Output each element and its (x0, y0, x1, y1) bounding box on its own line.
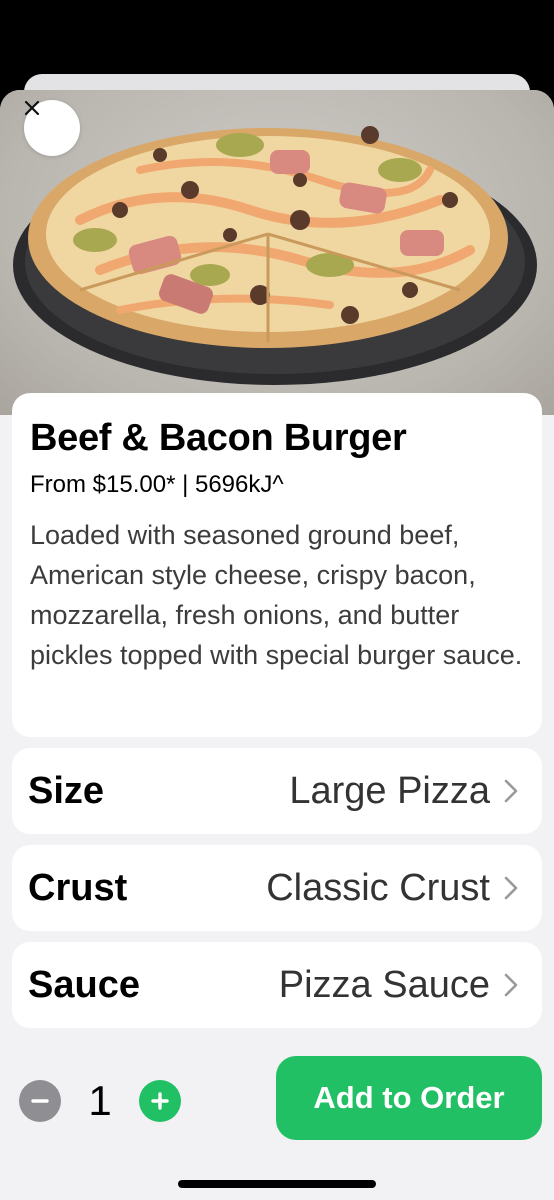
pizza-illustration (13, 126, 537, 385)
home-indicator (178, 1180, 376, 1188)
option-label: Crust (28, 866, 128, 909)
chevron-right-icon (504, 876, 518, 900)
product-title: Beef & Bacon Burger (30, 417, 407, 459)
option-value: Large Pizza (289, 769, 490, 812)
option-label: Sauce (28, 963, 140, 1006)
product-image (0, 90, 554, 415)
screen: Beef & Bacon Burger From $15.00* | 5696k… (0, 0, 554, 1200)
product-info-card: Beef & Bacon Burger From $15.00* | 5696k… (12, 393, 542, 737)
order-bar: 1 Add to Order (0, 1042, 554, 1200)
product-sheet: Beef & Bacon Burger From $15.00* | 5696k… (0, 90, 554, 1200)
increase-quantity-button[interactable] (139, 1080, 181, 1122)
close-button[interactable] (24, 100, 80, 156)
add-to-order-button[interactable]: Add to Order (276, 1056, 542, 1140)
option-value: Classic Crust (266, 866, 490, 909)
minus-icon (31, 1099, 49, 1103)
product-description: Loaded with seasoned ground beef, Americ… (30, 520, 523, 670)
plus-icon (151, 1092, 169, 1110)
option-value: Pizza Sauce (278, 963, 490, 1006)
decrease-quantity-button[interactable] (19, 1080, 61, 1122)
chevron-right-icon (504, 779, 518, 803)
option-label: Size (28, 769, 105, 812)
product-price-energy: From $15.00* | 5696kJ^ (30, 471, 284, 498)
close-icon (24, 100, 40, 116)
option-crust[interactable]: Crust Classic Crust (12, 845, 542, 931)
quantity-value: 1 (88, 1077, 112, 1124)
option-size[interactable]: Size Large Pizza (12, 748, 542, 834)
chevron-right-icon (504, 973, 518, 997)
option-sauce[interactable]: Sauce Pizza Sauce (12, 942, 542, 1028)
